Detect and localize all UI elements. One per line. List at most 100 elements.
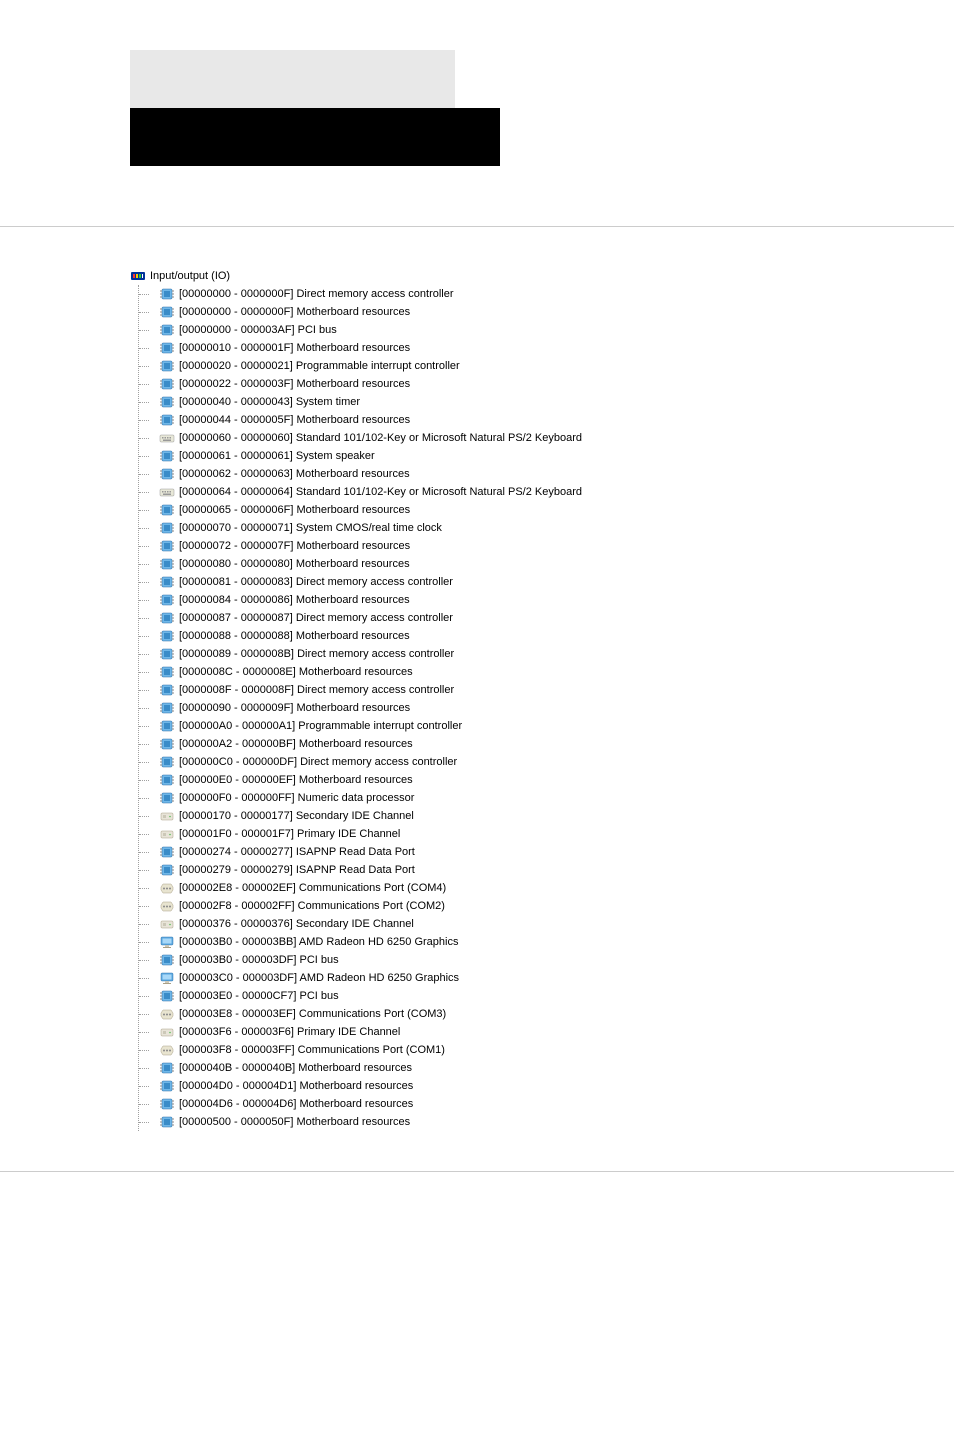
device-icon <box>159 1060 175 1076</box>
device-icon <box>159 358 175 374</box>
tree-item[interactable]: [00000010 - 0000001F] Motherboard resour… <box>139 339 824 357</box>
device-label: Motherboard resources <box>296 306 410 318</box>
device-label: System timer <box>296 396 360 408</box>
io-range: [00000090 - 0000009F] <box>179 702 293 714</box>
tree-item[interactable]: [000002F8 - 000002FF] Communications Por… <box>139 897 824 915</box>
device-label: Motherboard resources <box>296 378 410 390</box>
tree-item-label: [00000170 - 00000177] Secondary IDE Chan… <box>179 810 414 822</box>
disk-icon <box>159 808 175 824</box>
tree-item[interactable]: [00000000 - 000003AF] PCI bus <box>139 321 824 339</box>
tree-item[interactable]: [000002E8 - 000002EF] Communications Por… <box>139 879 824 897</box>
tree-item-label: [00000500 - 0000050F] Motherboard resour… <box>179 1116 410 1128</box>
tree-item[interactable]: [000003E8 - 000003EF] Communications Por… <box>139 1005 824 1023</box>
tree-item[interactable]: [0000008C - 0000008E] Motherboard resour… <box>139 663 824 681</box>
tree-item[interactable]: [00000170 - 00000177] Secondary IDE Chan… <box>139 807 824 825</box>
tree-item[interactable]: [00000044 - 0000005F] Motherboard resour… <box>139 411 824 429</box>
tree-item[interactable]: [00000080 - 00000080] Motherboard resour… <box>139 555 824 573</box>
header-dark-block <box>130 108 500 166</box>
tree-item[interactable]: [000003B0 - 000003DF] PCI bus <box>139 951 824 969</box>
tree-item[interactable]: [00000500 - 0000050F] Motherboard resour… <box>139 1113 824 1131</box>
tree-item[interactable]: [00000089 - 0000008B] Direct memory acce… <box>139 645 824 663</box>
device-label: Motherboard resources <box>296 468 410 480</box>
tree-item[interactable]: [000003F6 - 000003F6] Primary IDE Channe… <box>139 1023 824 1041</box>
io-range: [000000A0 - 000000A1] <box>179 720 295 732</box>
io-range: [00000088 - 00000088] <box>179 630 293 642</box>
device-label: Motherboard resources <box>298 1062 412 1074</box>
io-range: [000002F8 - 000002FF] <box>179 900 295 912</box>
io-range: [000003F6 - 000003F6] <box>179 1026 294 1038</box>
tree-item[interactable]: [00000000 - 0000000F] Direct memory acce… <box>139 285 824 303</box>
tree-item[interactable]: [00000081 - 00000083] Direct memory acce… <box>139 573 824 591</box>
io-range: [00000279 - 00000279] <box>179 864 293 876</box>
tree-item[interactable]: [000000C0 - 000000DF] Direct memory acce… <box>139 753 824 771</box>
tree-item[interactable]: [000003B0 - 000003BB] AMD Radeon HD 6250… <box>139 933 824 951</box>
tree-item[interactable]: [00000088 - 00000088] Motherboard resour… <box>139 627 824 645</box>
tree-item[interactable]: [000001F0 - 000001F7] Primary IDE Channe… <box>139 825 824 843</box>
tree-item-label: [00000060 - 00000060] Standard 101/102-K… <box>179 432 582 444</box>
tree-item[interactable]: [00000376 - 00000376] Secondary IDE Chan… <box>139 915 824 933</box>
tree-item[interactable]: [00000000 - 0000000F] Motherboard resour… <box>139 303 824 321</box>
page-header <box>0 0 954 186</box>
tree-item[interactable]: [000000A2 - 000000BF] Motherboard resour… <box>139 735 824 753</box>
tree-item[interactable]: [000003C0 - 000003DF] AMD Radeon HD 6250… <box>139 969 824 987</box>
tree-item[interactable]: [00000090 - 0000009F] Motherboard resour… <box>139 699 824 717</box>
io-range: [0000040B - 0000040B] <box>179 1062 295 1074</box>
device-label: Motherboard resources <box>296 414 410 426</box>
device-label: Communications Port (COM2) <box>298 900 445 912</box>
device-label: Direct memory access controller <box>296 288 453 300</box>
io-range: [000003E0 - 00000CF7] <box>179 990 296 1002</box>
tree-item[interactable]: [00000061 - 00000061] System speaker <box>139 447 824 465</box>
tree-item[interactable]: [00000065 - 0000006F] Motherboard resour… <box>139 501 824 519</box>
device-label: Programmable interrupt controller <box>298 720 462 732</box>
tree-item[interactable]: [00000060 - 00000060] Standard 101/102-K… <box>139 429 824 447</box>
tree-item[interactable]: [0000040B - 0000040B] Motherboard resour… <box>139 1059 824 1077</box>
device-icon <box>159 718 175 734</box>
device-label: Direct memory access controller <box>297 684 454 696</box>
tree-item-label: [000003B0 - 000003BB] AMD Radeon HD 6250… <box>179 936 458 948</box>
tree-item[interactable]: [000004D0 - 000004D1] Motherboard resour… <box>139 1077 824 1095</box>
tree-item-label: [000003F8 - 000003FF] Communications Por… <box>179 1044 445 1056</box>
tree-item[interactable]: [00000064 - 00000064] Standard 101/102-K… <box>139 483 824 501</box>
tree-item[interactable]: [00000062 - 00000063] Motherboard resour… <box>139 465 824 483</box>
tree-item[interactable]: [00000020 - 00000021] Programmable inter… <box>139 357 824 375</box>
tree-item[interactable]: [00000279 - 00000279] ISAPNP Read Data P… <box>139 861 824 879</box>
io-range: [0000008F - 0000008F] <box>179 684 294 696</box>
tree-item[interactable]: [000003E0 - 00000CF7] PCI bus <box>139 987 824 1005</box>
tree-item-label: [00000044 - 0000005F] Motherboard resour… <box>179 414 410 426</box>
tree-item-label: [000000E0 - 000000EF] Motherboard resour… <box>179 774 413 786</box>
io-range: [00000087 - 00000087] <box>179 612 293 624</box>
tree-item-label: [00000000 - 0000000F] Motherboard resour… <box>179 306 410 318</box>
io-range: [000001F0 - 000001F7] <box>179 828 294 840</box>
io-range: [00000061 - 00000061] <box>179 450 293 462</box>
tree-item[interactable]: [00000087 - 00000087] Direct memory acce… <box>139 609 824 627</box>
tree-item[interactable]: [000000F0 - 000000FF] Numeric data proce… <box>139 789 824 807</box>
io-range: [00000072 - 0000007F] <box>179 540 293 552</box>
tree-item-label: [00000081 - 00000083] Direct memory acce… <box>179 576 453 588</box>
device-icon <box>159 448 175 464</box>
device-label: Programmable interrupt controller <box>296 360 460 372</box>
io-range: [00000040 - 00000043] <box>179 396 293 408</box>
tree-item[interactable]: [000003F8 - 000003FF] Communications Por… <box>139 1041 824 1059</box>
device-label: Primary IDE Channel <box>297 1026 400 1038</box>
tree-item[interactable]: [00000084 - 00000086] Motherboard resour… <box>139 591 824 609</box>
device-icon <box>159 754 175 770</box>
io-range: [000000A2 - 000000BF] <box>179 738 296 750</box>
device-icon <box>159 412 175 428</box>
tree-item-label: [00000000 - 0000000F] Direct memory acce… <box>179 288 454 300</box>
tree-item[interactable]: [000004D6 - 000004D6] Motherboard resour… <box>139 1095 824 1113</box>
tree-item[interactable]: [0000008F - 0000008F] Direct memory acce… <box>139 681 824 699</box>
tree-item[interactable]: [00000040 - 00000043] System timer <box>139 393 824 411</box>
device-label: Motherboard resources <box>296 630 410 642</box>
tree-item[interactable]: [00000274 - 00000277] ISAPNP Read Data P… <box>139 843 824 861</box>
tree-item[interactable]: [00000072 - 0000007F] Motherboard resour… <box>139 537 824 555</box>
tree-item[interactable]: [000000A0 - 000000A1] Programmable inter… <box>139 717 824 735</box>
tree-item-label: [000000A2 - 000000BF] Motherboard resour… <box>179 738 413 750</box>
device-label: PCI bus <box>299 990 338 1002</box>
io-range: [00000500 - 0000050F] <box>179 1116 293 1128</box>
tree-item[interactable]: [00000022 - 0000003F] Motherboard resour… <box>139 375 824 393</box>
tree-item-label: [00000010 - 0000001F] Motherboard resour… <box>179 342 410 354</box>
tree-root-io[interactable]: Input/output (IO) <box>130 267 824 285</box>
tree-item[interactable]: [00000070 - 00000071] System CMOS/real t… <box>139 519 824 537</box>
tree-item[interactable]: [000000E0 - 000000EF] Motherboard resour… <box>139 771 824 789</box>
tree-item-label: [00000000 - 000003AF] PCI bus <box>179 324 337 336</box>
